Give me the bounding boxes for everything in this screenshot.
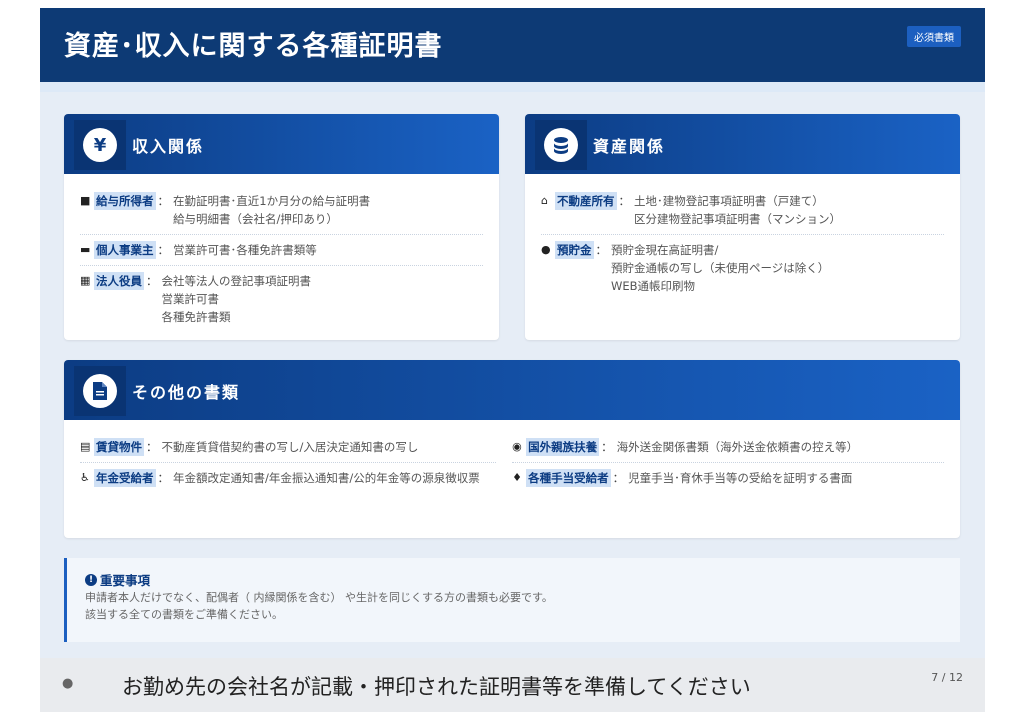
wallet-icon: ▬ [80,243,91,256]
item-separator: ： [146,274,158,288]
item-label: 各種手当受給者 [526,469,611,487]
item-label: 法人役員 [94,272,144,290]
globe-icon: ◉ [512,440,522,453]
item-separator: ： [157,243,170,257]
item-separator: ： [618,194,631,208]
notice-line: 該当する全ての書類をご準備ください。 [85,608,283,621]
slide: 資産･収入に関する各種証明書 必須書類 ¥ 収入関係 ■ 給与所得者：在勤証明書･… [40,8,985,712]
header-bar: 資産･収入に関する各種証明書 必須書類 [40,8,985,82]
item-separator: ： [146,440,158,454]
other-card-header: その他の書類 [64,360,960,420]
assets-card-header: 資産関係 [525,114,960,174]
other-icon-box [74,366,126,416]
lightbulb-icon: ● [62,676,74,691]
other-left-column: ▤ 賃貸物件：不動産賃貸借契約書の写し/入居決定通知書の写し ♿ 年金受給者：年金額改… [80,432,512,493]
list-item: ♦ 各種手当受給者：児童手当･育休手当等の受給を証明する書面 [512,463,944,493]
assets-card: 資産関係 ⌂ 不動産所有：土地･建物登記事項証明書（戸建て） 区分建物登記事項証明書… [525,114,960,340]
item-values: 児童手当･育休手当等の受給を証明する書面 [628,469,852,487]
item-separator: ： [612,471,625,485]
item-value: 預貯金通帳の写し（未使用ページは除く） [611,261,830,275]
list-item: ⌂ 不動産所有：土地･建物登記事項証明書（戸建て） 区分建物登記事項証明書（マンショ… [541,186,944,235]
other-right-column: ◉ 国外親族扶養：海外送金関係書類（海外送金依頼書の控え等） ♦ 各種手当受給者：児童… [512,432,944,493]
home-icon: ⌂ [541,194,548,207]
notice-line: 申請者本人だけでなく、配偶者（ 内縁関係を含む） や生計を同じくする方の書類も必… [85,591,553,604]
item-values: 不動産賃貸借契約書の写し/入居決定通知書の写し [162,438,419,456]
item-separator: ： [157,194,170,208]
item-values: 海外送金関係書類（海外送金依頼書の控え等） [617,438,859,456]
notice-title: 重要事項 [100,573,151,588]
item-values: 年金額改定通知書/年金振込通知書/公的年金等の源泉徴収票 [173,469,480,487]
item-value: 児童手当･育休手当等の受給を証明する書面 [628,471,853,485]
item-separator: ： [601,440,613,454]
item-value: 給与明細書（会社名/押印あり） [173,212,338,226]
income-title: 収入関係 [132,137,205,156]
coins-icon-glyph [554,137,568,154]
item-separator: ： [595,243,608,257]
income-card-header: ¥ 収入関係 [64,114,499,174]
income-rows: ■ 給与所得者：在勤証明書･直近1か月分の給与証明書 給与明細書（会社名/押印あり）… [64,174,499,332]
yen-icon: ¥ [83,128,117,162]
document-icon [83,374,117,408]
exclamation-icon: ! [85,573,97,586]
assets-title: 資産関係 [593,137,666,156]
list-item: ▬ 個人事業主：営業許可書･各種免許書類等 [80,235,483,266]
footer-bar: ● お勤め先の会社名が記載・押印された証明書等を準備してください 7 / 12 [40,658,985,712]
income-card: ¥ 収入関係 ■ 給与所得者：在勤証明書･直近1か月分の給与証明書 給与明細書（会社… [64,114,499,340]
item-value: 年金額改定通知書/年金振込通知書/公的年金等の源泉徴収票 [173,471,480,485]
item-value: 会社等法人の登記事項証明書 [161,274,312,288]
item-label: 預貯金 [555,241,594,259]
piggy-bank-icon: ● [541,243,551,256]
content-board: ¥ 収入関係 ■ 給与所得者：在勤証明書･直近1か月分の給与証明書 給与明細書（会社… [40,92,985,662]
item-label: 年金受給者 [94,469,156,487]
contract-icon: ▤ [80,440,91,453]
item-values: 営業許可書･各種免許書類等 [173,241,317,259]
list-item: ● 預貯金：預貯金現在高証明書/預貯金通帳の写し（未使用ページは除く） WEB通帳印… [541,235,944,301]
item-value: 営業許可書 [161,292,220,306]
item-value: 在勤証明書･直近1か月分の給与証明書 [173,194,371,208]
item-values: 在勤証明書･直近1か月分の給与証明書 給与明細書（会社名/押印あり） [173,192,370,228]
item-value: 各種免許書類 [161,310,231,324]
child-icon: ♦ [512,471,523,484]
list-item: ♿ 年金受給者：年金額改定通知書/年金振込通知書/公的年金等の源泉徴収票 [80,463,496,493]
item-separator: ： [157,471,170,485]
item-values: 会社等法人の登記事項証明書 営業許可書各種免許書類 [162,272,312,326]
required-badge: 必須書類 [907,26,961,47]
item-label: 不動産所有 [555,192,617,210]
item-value: WEB通帳印刷物 [611,279,696,293]
item-label: 給与所得者 [94,192,156,210]
item-value: 不動産賃貸借契約書の写し/入居決定通知書の写し [161,440,419,454]
item-value: 土地･建物登記事項証明書（戸建て） [634,194,824,208]
other-title: その他の書類 [132,383,241,402]
pension-icon: ♿ [80,471,90,484]
list-item: ◉ 国外親族扶養：海外送金関係書類（海外送金依頼書の控え等） [512,432,944,463]
assets-rows: ⌂ 不動産所有：土地･建物登記事項証明書（戸建て） 区分建物登記事項証明書（マンショ… [525,174,960,301]
item-values: 預貯金現在高証明書/預貯金通帳の写し（未使用ページは除く） WEB通帳印刷物 [611,241,829,295]
item-label: 賃貸物件 [94,438,144,456]
item-label: 個人事業主 [94,241,156,259]
item-value: 営業許可書･各種免許書類等 [173,243,317,257]
list-item: ▦ 法人役員：会社等法人の登記事項証明書 営業許可書 各種免許書類 [80,266,483,332]
item-value: 海外送金関係書類（海外送金依頼書の控え等） [616,440,859,454]
building-icon: ▦ [80,274,91,287]
list-item: ▤ 賃貸物件：不動産賃貸借契約書の写し/入居決定通知書の写し [80,432,497,463]
page-title: 資産･収入に関する各種証明書 [64,31,443,62]
document-icon-glyph [93,382,107,400]
coins-icon [544,128,578,162]
item-values: 土地･建物登記事項証明書（戸建て） 区分建物登記事項証明書（マンション） [634,192,841,228]
other-grid: ▤ 賃貸物件：不動産賃貸借契約書の写し/入居決定通知書の写し ♿ 年金受給者：年金額改… [64,420,960,493]
item-value: 区分建物登記事項証明書（マンション） [634,212,841,226]
assets-icon-box [535,120,587,170]
briefcase-icon: ■ [80,194,91,207]
page-number: 7 / 12 [931,671,963,684]
notice-heading: ! 重要事項 [85,570,960,589]
other-docs-card: その他の書類 ▤ 賃貸物件：不動産賃貸借契約書の写し/入居決定通知書の写し ♿ 年金受… [64,360,960,538]
list-item: ■ 給与所得者：在勤証明書･直近1か月分の給与証明書 給与明細書（会社名/押印あり） [80,186,483,235]
item-label: 国外親族扶養 [526,438,600,456]
important-notice: ! 重要事項 申請者本人だけでなく、配偶者（ 内縁関係を含む） や生計を同じくす… [64,558,960,642]
income-icon-box: ¥ [74,120,126,170]
item-value: 預貯金現在高証明書/ [611,243,719,257]
footer-caption: お勤め先の会社名が記載・押印された証明書等を準備してください [122,675,751,699]
